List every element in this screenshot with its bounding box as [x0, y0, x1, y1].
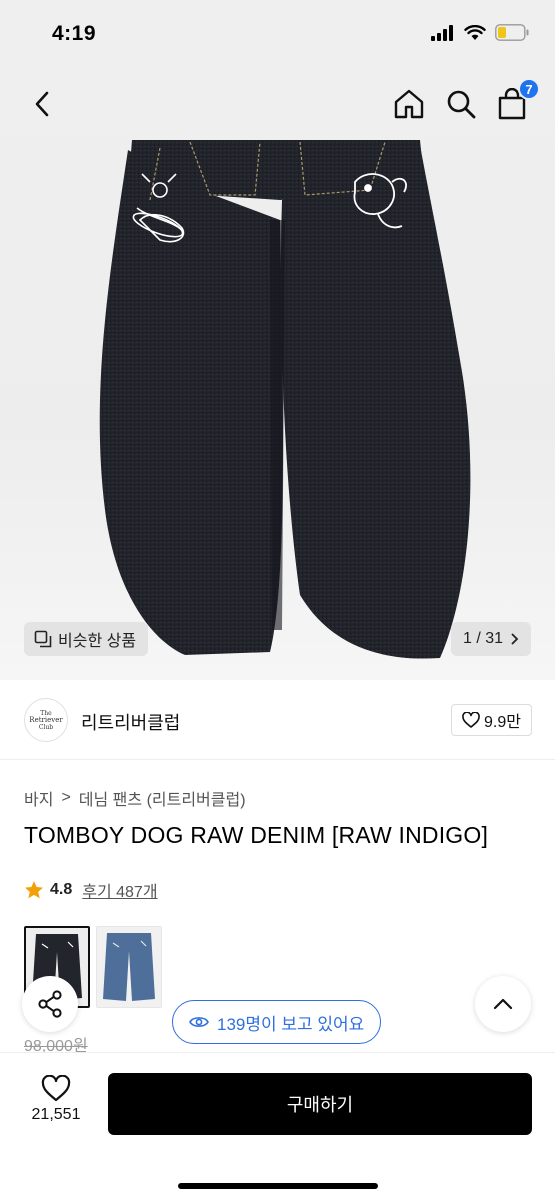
home-indicator [178, 1183, 378, 1189]
image-counter-text: 1 / 31 [462, 630, 503, 647]
scroll-to-top-button[interactable] [475, 976, 531, 1032]
status-bar: 4:19 [0, 0, 555, 70]
rating-score: 4.8 [50, 881, 73, 898]
buy-button[interactable]: 구매하기 [108, 1073, 532, 1135]
cellular-signal-icon [431, 24, 453, 41]
share-button[interactable] [22, 976, 78, 1032]
wifi-icon [464, 24, 486, 40]
breadcrumb: 바지 > 데님 팬츠 (리트리버클럽) [24, 786, 246, 810]
product-image [99, 140, 471, 659]
breadcrumb-category[interactable]: 바지 [24, 786, 53, 810]
brand-like-count: 9.9만 [484, 714, 521, 731]
heart-icon [462, 712, 480, 728]
battery-icon [495, 24, 529, 41]
product-title: TOMBOY DOG RAW DENIM [RAW INDIGO] [24, 822, 489, 848]
wishlist-button[interactable]: 21,551 [24, 1075, 88, 1124]
swatch-light-blue[interactable] [96, 926, 162, 1008]
wishlist-count: 21,551 [31, 1106, 81, 1123]
rating-row: 4.8 후기 487개 [24, 878, 158, 902]
brand-row[interactable]: The Retriever Club 리트리버클럽 9.9만 [0, 680, 555, 760]
cart-button[interactable]: 7 [492, 78, 540, 124]
similar-items-icon [34, 630, 52, 648]
home-icon [394, 89, 424, 119]
top-nav-bar: 7 [0, 70, 555, 140]
status-time: 4:19 [52, 22, 97, 45]
breadcrumb-separator: > [61, 789, 71, 806]
back-icon [35, 91, 49, 117]
review-count-link[interactable]: 후기 487개 [82, 878, 157, 902]
home-button[interactable] [389, 84, 429, 124]
cart-count-badge: 7 [518, 78, 540, 100]
search-button[interactable] [441, 84, 481, 124]
image-counter[interactable]: 1 / 31 [450, 622, 531, 656]
bottom-action-bar: 21,551 구매하기 [0, 1052, 555, 1200]
brand-name[interactable]: 리트리버클럽 [81, 709, 180, 735]
star-icon [25, 881, 43, 899]
back-button[interactable] [22, 84, 62, 124]
live-viewers-pill: 139명이 보고 있어요 [172, 1000, 382, 1044]
swatch-image [103, 933, 155, 1001]
similar-products-button[interactable]: 비슷한 상품 [24, 622, 149, 656]
search-icon [447, 90, 476, 119]
chevron-up-icon [493, 998, 513, 1010]
product-image-gallery[interactable] [0, 70, 555, 680]
live-viewers-text: 139명이 보고 있어요 [217, 1014, 365, 1034]
chevron-right-icon [511, 633, 519, 645]
eye-icon [189, 1017, 209, 1027]
brand-logo[interactable]: The Retriever Club [24, 698, 68, 742]
status-icons [431, 24, 529, 41]
similar-products-label: 비슷한 상품 [58, 633, 137, 650]
share-icon [38, 990, 62, 1018]
breadcrumb-subcategory[interactable]: 데님 팬츠 (리트리버클럽) [79, 786, 246, 810]
heart-icon [41, 1075, 71, 1102]
brand-like-button[interactable]: 9.9만 [451, 704, 532, 736]
